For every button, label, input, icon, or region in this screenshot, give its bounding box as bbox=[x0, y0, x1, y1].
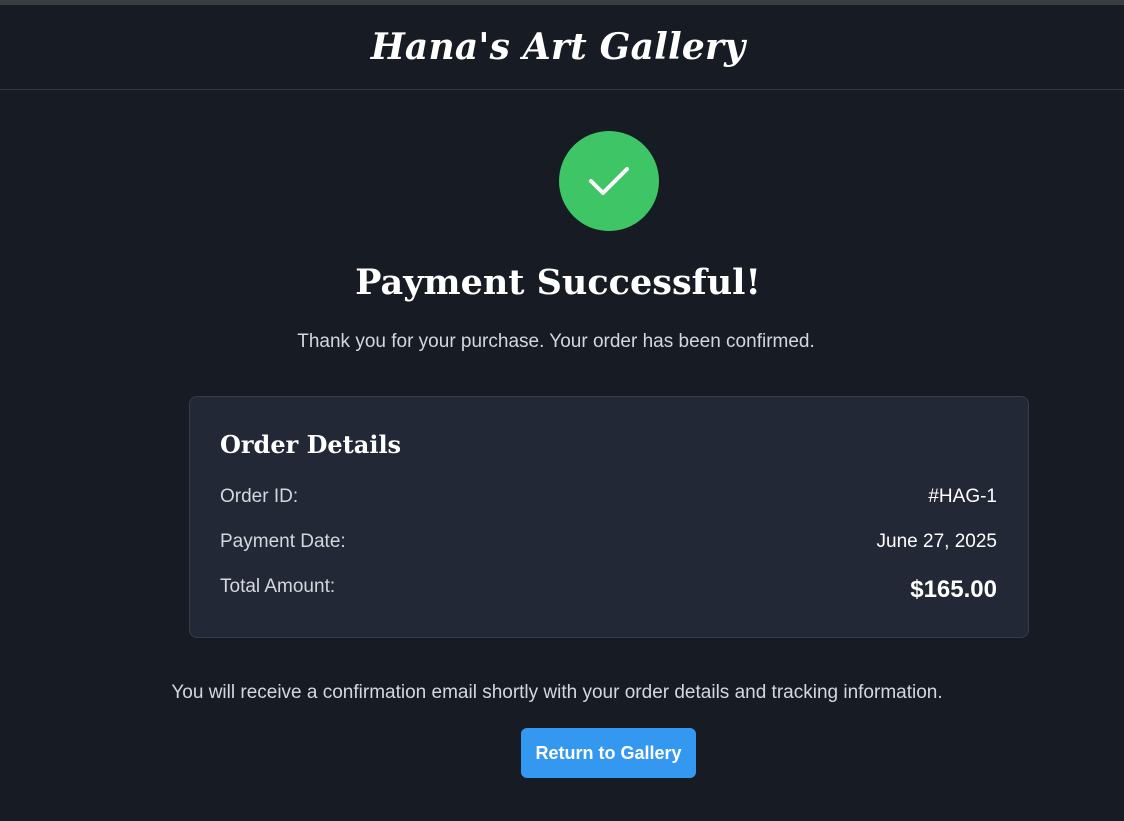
check-icon bbox=[589, 167, 629, 195]
order-details-card: Order Details Order ID: #HAG-1 Payment D… bbox=[189, 396, 1029, 638]
success-badge bbox=[559, 131, 659, 231]
gallery-title: Hana's Art Gallery bbox=[370, 26, 746, 68]
confirmation-message: Thank you for your purchase. Your order … bbox=[297, 331, 815, 352]
email-notice: You will receive a confirmation email sh… bbox=[171, 682, 943, 703]
return-to-gallery-button[interactable]: Return to Gallery bbox=[521, 728, 696, 778]
order-id-label: Order ID: bbox=[220, 486, 299, 507]
order-id-value: #HAG-1 bbox=[928, 486, 997, 507]
payment-date-label: Payment Date: bbox=[220, 531, 346, 552]
order-details-heading: Order Details bbox=[220, 430, 402, 459]
total-amount-label: Total Amount: bbox=[220, 576, 336, 597]
site-header: Hana's Art Gallery bbox=[0, 5, 1124, 90]
total-amount-value: $165.00 bbox=[910, 576, 997, 603]
page-title: Payment Successful! bbox=[355, 262, 761, 303]
payment-date-value: June 27, 2025 bbox=[876, 531, 997, 552]
